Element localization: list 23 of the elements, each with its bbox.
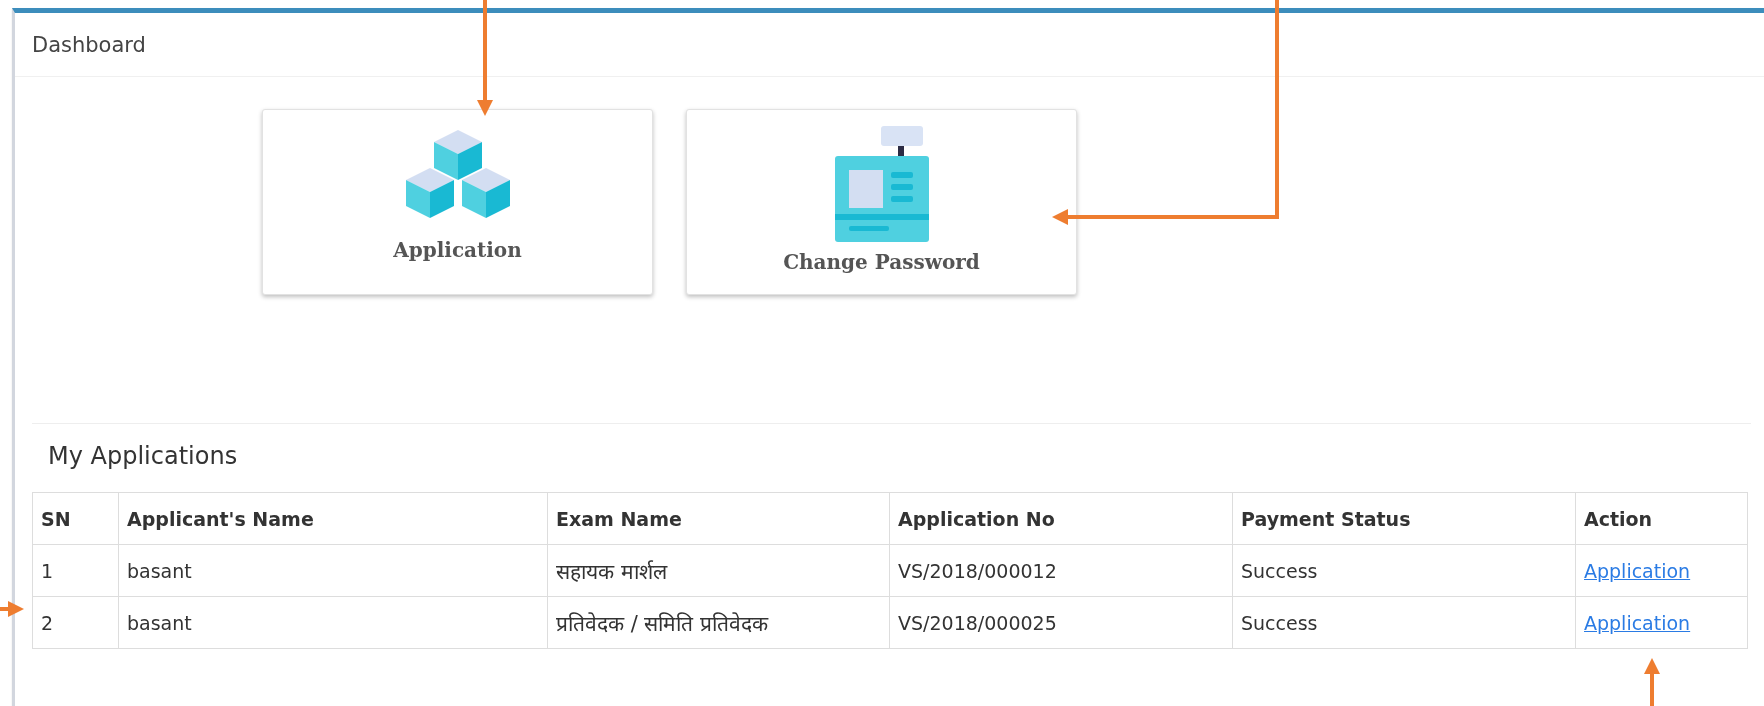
- arrow: [0, 601, 24, 617]
- panel-title: Dashboard: [32, 32, 146, 57]
- section-title: My Applications: [48, 442, 239, 470]
- table-cell: 1: [32, 544, 119, 597]
- arrow: [1644, 658, 1660, 706]
- column-header: Action: [1575, 492, 1748, 545]
- dashboard-tile[interactable]: Change Password: [686, 109, 1077, 295]
- table-cell: basant: [118, 544, 548, 597]
- table-cell: Success: [1232, 596, 1576, 649]
- table-cell: 2: [32, 596, 119, 649]
- column-header: Application No: [889, 492, 1233, 545]
- table-cell: VS/2018/000025: [889, 596, 1233, 649]
- column-header: SN: [32, 492, 119, 545]
- column-header: Exam Name: [547, 492, 890, 545]
- table-cell: Success: [1232, 544, 1576, 597]
- table-cell: सहायक मार्शल: [547, 544, 890, 597]
- terminal-icon: [834, 124, 929, 242]
- column-header: Applicant's Name: [118, 492, 548, 545]
- table-cell: प्रतिवेदक / समिति प्रतिवेदक: [547, 596, 890, 649]
- table-cell: VS/2018/000012: [889, 544, 1233, 597]
- column-header: Payment Status: [1232, 492, 1576, 545]
- dashboard-tile[interactable]: Application: [262, 109, 653, 295]
- table-cell: basant: [118, 596, 548, 649]
